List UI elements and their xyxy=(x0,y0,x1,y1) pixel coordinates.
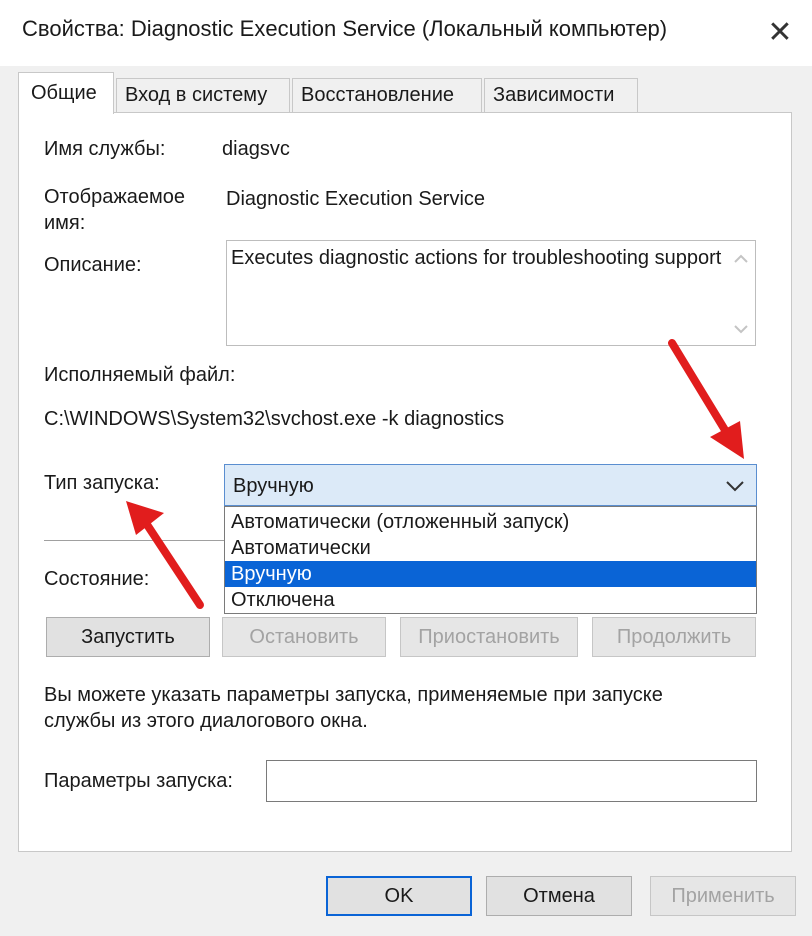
service-name-value: diagsvc xyxy=(222,138,290,160)
cancel-button-label: Отмена xyxy=(523,884,595,907)
service-name-label: Имя службы: xyxy=(44,138,166,160)
annotation-arrow-icon xyxy=(126,501,204,609)
cancel-button[interactable]: Отмена xyxy=(486,876,632,916)
description-box[interactable]: Executes diagnostic actions for troubles… xyxy=(226,240,756,346)
startup-type-selected-value: Вручную xyxy=(233,475,314,497)
description-text: Executes diagnostic actions for troubles… xyxy=(231,247,722,269)
display-name-label-line1: Отображаемое xyxy=(44,186,185,208)
tab-dependencies[interactable]: Зависимости xyxy=(484,78,638,112)
startup-type-select[interactable]: Вручную xyxy=(224,464,757,506)
stop-button-label: Остановить xyxy=(249,625,359,648)
scroll-up-icon[interactable] xyxy=(731,249,751,269)
description-scrollbar[interactable] xyxy=(727,241,755,345)
tab-label: Вход в систему xyxy=(125,84,268,106)
tab-label: Восстановление xyxy=(301,84,454,106)
close-icon: ✕ xyxy=(767,15,793,49)
tab-logon[interactable]: Вход в систему xyxy=(116,78,290,112)
ok-button[interactable]: OK xyxy=(326,876,472,916)
window-title: Свойства: Diagnostic Execution Service (… xyxy=(22,16,668,41)
apply-button-label: Применить xyxy=(671,884,775,907)
apply-button[interactable]: Применить xyxy=(650,876,796,916)
display-name-value: Diagnostic Execution Service xyxy=(226,188,486,210)
pause-button-label: Приостановить xyxy=(418,625,560,648)
startup-option-manual[interactable]: Вручную xyxy=(225,561,756,587)
title-bar: Свойства: Diagnostic Execution Service (… xyxy=(0,0,812,66)
tab-label: Общие xyxy=(31,82,97,104)
start-button[interactable]: Запустить xyxy=(46,617,210,657)
tab-general[interactable]: Общие xyxy=(18,72,114,114)
display-name-label-line2: имя: xyxy=(44,212,86,234)
description-label: Описание: xyxy=(44,254,142,276)
tab-recovery[interactable]: Восстановление xyxy=(292,78,482,112)
close-button[interactable]: ✕ xyxy=(754,8,806,56)
hint-text-line2: службы из этого диалогового окна. xyxy=(44,710,368,732)
tab-label: Зависимости xyxy=(493,84,615,106)
resume-button[interactable]: Продолжить xyxy=(592,617,756,657)
startup-option-disabled[interactable]: Отключена xyxy=(225,587,756,613)
stop-button[interactable]: Остановить xyxy=(222,617,386,657)
startup-type-label: Тип запуска: xyxy=(44,472,160,494)
executable-path: C:\WINDOWS\System32\svchost.exe -k diagn… xyxy=(44,408,505,430)
pause-button[interactable]: Приостановить xyxy=(400,617,578,657)
startup-option-auto-delayed[interactable]: Автоматически (отложенный запуск) xyxy=(225,509,756,535)
executable-label: Исполняемый файл: xyxy=(44,364,236,386)
params-input[interactable] xyxy=(266,760,757,802)
hint-text-line1: Вы можете указать параметры запуска, при… xyxy=(44,684,663,706)
startup-type-dropdown[interactable]: Автоматически (отложенный запуск) Автома… xyxy=(224,506,757,614)
startup-option-auto[interactable]: Автоматически xyxy=(225,535,756,561)
annotation-arrow-icon xyxy=(668,339,744,459)
params-label: Параметры запуска: xyxy=(44,770,233,792)
start-button-label: Запустить xyxy=(81,625,175,648)
ok-button-label: OK xyxy=(384,884,414,907)
resume-button-label: Продолжить xyxy=(616,625,732,648)
chevron-down-icon[interactable] xyxy=(722,471,748,499)
